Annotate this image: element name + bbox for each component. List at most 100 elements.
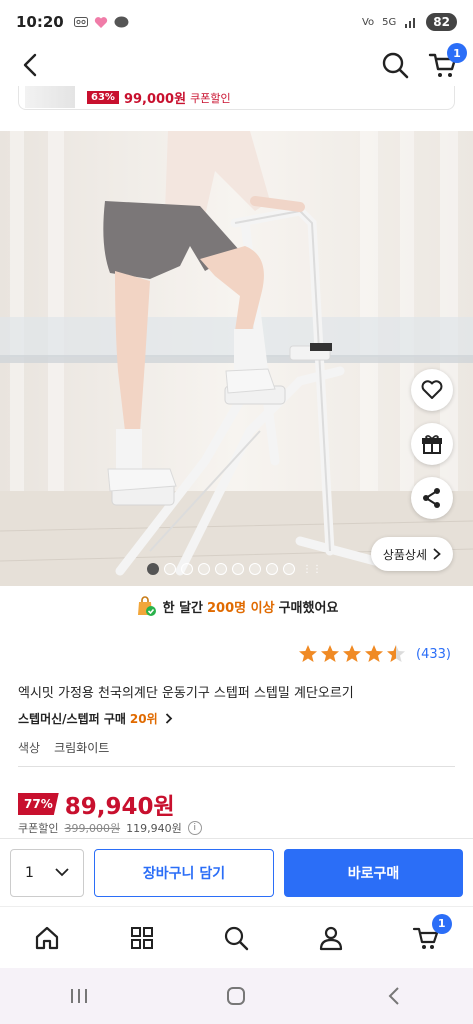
- gift-icon: [422, 435, 442, 454]
- product-detail-label: 상품상세: [382, 547, 427, 562]
- star-icon: [343, 645, 362, 662]
- add-to-cart-button[interactable]: 장바구니 담기: [94, 848, 274, 897]
- product-title: 엑시밋 가정용 천국의계단 운동기구 스텝퍼 스텝밀 계단오르기: [18, 686, 354, 701]
- tab-categories[interactable]: [122, 918, 162, 958]
- original-price: 399,000원: [64, 822, 121, 835]
- star-icon: [321, 645, 340, 662]
- status-right: Vo 5G 82: [362, 13, 457, 31]
- discount-badge: 77%: [18, 793, 59, 815]
- recent-apps-button[interactable]: [59, 976, 99, 1016]
- color-value: 크림화이트: [54, 741, 110, 755]
- back-icon: [388, 987, 399, 1005]
- purchase-note-highlight: 200명 이상: [207, 600, 275, 616]
- star-rating: [298, 644, 406, 664]
- cart-count-badge: 1: [431, 913, 452, 934]
- search-icon: [225, 926, 249, 950]
- home-system-button[interactable]: [216, 976, 256, 1016]
- chevron-down-icon: [55, 868, 69, 877]
- share-button[interactable]: [411, 477, 453, 519]
- purchase-count-note: 한 달간 200명 이상 구매했어요: [0, 594, 473, 618]
- purchase-action-bar: 1 장바구니 담기 바로구매: [0, 838, 473, 906]
- category-rank-link[interactable]: 스텝머신/스텝퍼 구매 20위: [18, 710, 173, 727]
- network-label: 5G: [382, 16, 397, 28]
- quantity-value: 1: [25, 864, 34, 881]
- star-icon: [365, 645, 384, 662]
- home-circle-icon: [227, 987, 246, 1005]
- grid-icon: [130, 926, 153, 949]
- gallery-dot[interactable]: [164, 563, 176, 575]
- search-button[interactable]: [379, 49, 411, 81]
- share-icon: [423, 488, 440, 508]
- chat-status-icon: [114, 16, 129, 27]
- home-icon: [36, 926, 59, 949]
- voicemail-icon: [73, 17, 88, 27]
- battery-indicator: 82: [426, 13, 457, 31]
- price-row: 77% 89,940원: [18, 787, 175, 821]
- info-icon[interactable]: i: [187, 821, 202, 835]
- color-label: 색상: [18, 741, 41, 755]
- gift-button[interactable]: [411, 423, 453, 465]
- gallery-more-icon[interactable]: ⋮⋮: [302, 564, 322, 575]
- product-image-gallery[interactable]: 상품상세 ⋮⋮: [0, 131, 473, 586]
- recent-apps-icon: [70, 989, 87, 1003]
- chevron-right-icon: [165, 713, 173, 724]
- banner-discount-badge: 63%: [87, 91, 119, 104]
- banner-coupon-label: 쿠폰할인: [190, 91, 231, 105]
- tab-home[interactable]: [27, 918, 67, 958]
- notification-icons: [73, 16, 129, 29]
- user-icon: [319, 926, 343, 950]
- back-button[interactable]: [14, 49, 46, 81]
- status-time: 10:20: [16, 13, 64, 31]
- buy-now-button[interactable]: 바로구매: [284, 848, 463, 897]
- banner-price: 99,000원: [123, 92, 187, 107]
- system-navigation: [0, 968, 473, 1024]
- cart-count-badge: 1: [447, 43, 467, 63]
- purchase-note-suffix: 구매했어요: [278, 600, 339, 616]
- gallery-dot[interactable]: [283, 563, 295, 575]
- system-back-button[interactable]: [374, 976, 414, 1016]
- banner-thumbnail: [25, 86, 75, 108]
- rank-label: 스텝머신/스텝퍼 구매: [18, 712, 126, 726]
- gallery-dot[interactable]: [215, 563, 227, 575]
- volte-icon: Vo: [361, 16, 375, 28]
- purchase-note-prefix: 한 달간: [162, 600, 204, 616]
- nav-actions: 1: [379, 43, 467, 81]
- cart-button[interactable]: 1: [427, 43, 467, 81]
- status-bar: 10:20 Vo 5G 82: [0, 0, 473, 44]
- shopping-bag-icon: [135, 595, 157, 617]
- bottom-nav: 1: [0, 906, 473, 968]
- top-nav: 1: [0, 43, 473, 86]
- divider: [18, 766, 455, 767]
- review-count[interactable]: (433): [416, 647, 451, 662]
- tab-cart[interactable]: 1: [406, 913, 452, 958]
- rank-value: 20위: [129, 712, 158, 726]
- before-coupon-price: 119,940원: [126, 822, 182, 835]
- tab-my-page[interactable]: [311, 918, 351, 958]
- gallery-dot[interactable]: [249, 563, 261, 575]
- coupon-label: 쿠폰할인: [18, 822, 59, 835]
- gallery-dot[interactable]: [198, 563, 210, 575]
- gallery-dot[interactable]: [232, 563, 244, 575]
- product-photo: [0, 131, 473, 586]
- heart-icon: [421, 380, 443, 399]
- heart-status-icon: [94, 16, 107, 28]
- tab-search[interactable]: [216, 918, 256, 958]
- wishlist-button[interactable]: [411, 369, 453, 411]
- final-price: 89,940원: [64, 794, 175, 820]
- gallery-dot[interactable]: [147, 563, 159, 575]
- chevron-left-icon: [23, 53, 37, 77]
- product-detail-button[interactable]: 상품상세: [370, 537, 453, 571]
- color-option: 색상 크림화이트: [18, 739, 109, 756]
- gallery-pagination: ⋮⋮: [147, 563, 322, 575]
- rating[interactable]: (433): [298, 644, 451, 664]
- quantity-select[interactable]: 1: [10, 848, 84, 897]
- star-icon: [387, 645, 406, 662]
- search-icon: [382, 52, 409, 79]
- gallery-dot[interactable]: [266, 563, 278, 575]
- signal-icon: [405, 18, 416, 28]
- coupon-price-line: 쿠폰할인 399,000원 119,940원 i: [18, 820, 202, 836]
- chevron-right-icon: [433, 548, 441, 560]
- sticky-product-banner[interactable]: 63% 99,000원 쿠폰할인: [18, 86, 455, 110]
- star-icon: [299, 645, 318, 662]
- gallery-dot[interactable]: [181, 563, 193, 575]
